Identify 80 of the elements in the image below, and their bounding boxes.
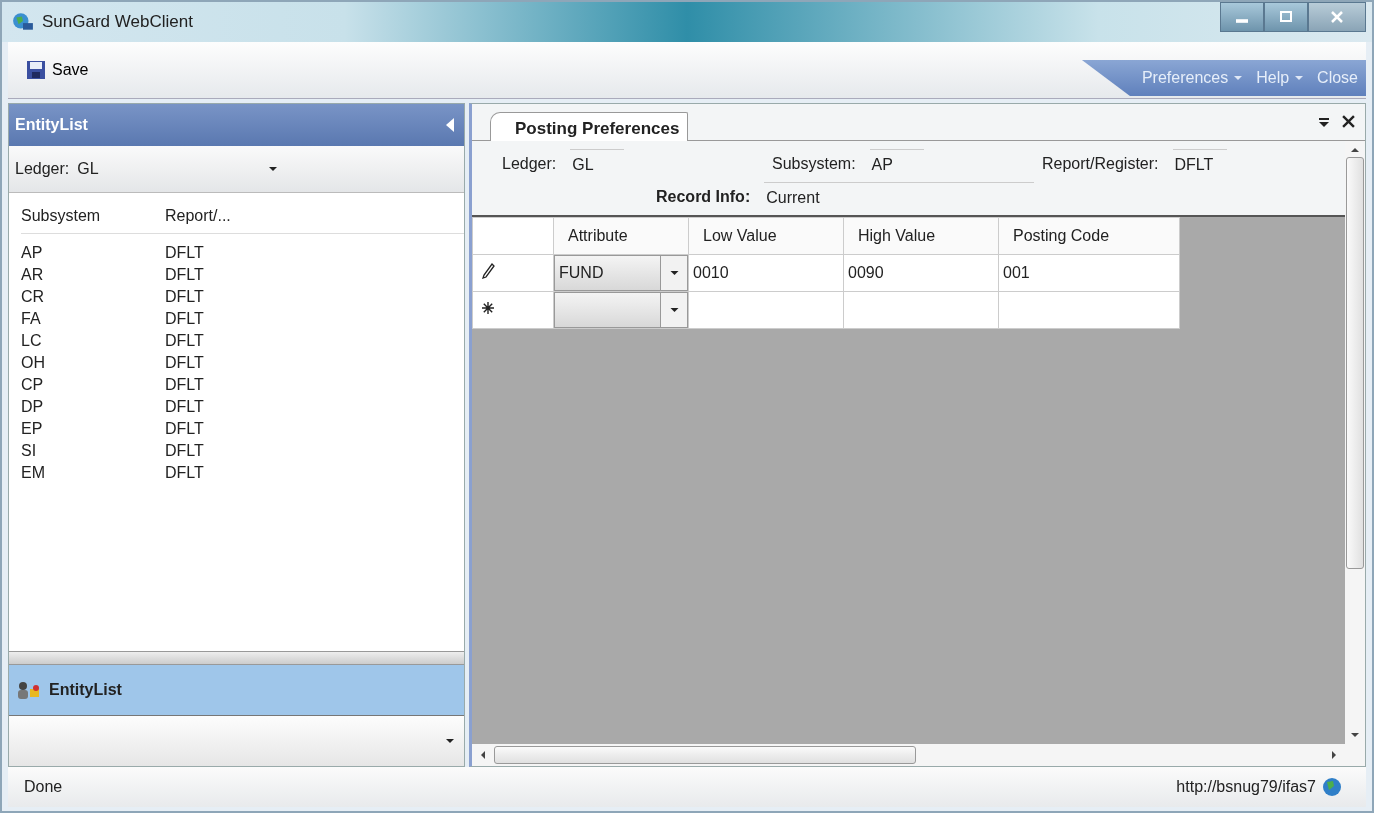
- pencil-icon: [481, 263, 495, 279]
- people-icon: [17, 680, 41, 700]
- attribute-dropdown[interactable]: FUND: [554, 255, 688, 291]
- field-value: Current: [764, 182, 1035, 207]
- ledger-dropdown[interactable]: GL: [77, 160, 282, 178]
- scroll-right-icon[interactable]: [1331, 751, 1337, 759]
- grid-cell[interactable]: [843, 291, 999, 329]
- field-label: Subsystem:: [772, 155, 856, 174]
- list-cell-text: DFLT: [165, 332, 205, 350]
- grid-cell[interactable]: [688, 291, 844, 329]
- panel-title[interactable]: EntityList: [49, 681, 122, 699]
- list-cell-text: LC: [21, 332, 43, 350]
- list-cell-text: AP: [21, 244, 44, 262]
- status-text: Done: [24, 778, 63, 796]
- list-cell-text: DFLT: [165, 310, 205, 328]
- scroll-thumb[interactable]: [1346, 157, 1364, 569]
- column-header[interactable]: Low Value: [688, 217, 844, 255]
- column-header[interactable]: Report/...: [165, 207, 309, 225]
- tab[interactable]: Posting Preferences: [490, 112, 689, 141]
- list-cell-text: EP: [21, 420, 44, 438]
- list-cell-text: DFLT: [165, 376, 205, 394]
- globe-icon: [1322, 777, 1342, 797]
- column-header[interactable]: Attribute: [553, 217, 689, 255]
- list-cell-text: AR: [21, 266, 45, 284]
- list-cell-text: DFLT: [165, 442, 205, 460]
- caret-icon: [669, 307, 679, 313]
- list-cell-text: CP: [21, 376, 45, 394]
- field-label: Report/Register:: [1042, 155, 1159, 174]
- dropdown-icon[interactable]: [1318, 116, 1330, 128]
- panel-title: EntityList: [15, 116, 88, 134]
- field-label: Record Info:: [656, 188, 751, 207]
- minimize-icon: [1236, 19, 1248, 23]
- maximize-icon: [1279, 10, 1293, 24]
- scroll-down-icon[interactable]: [1351, 732, 1359, 738]
- scroll-up-icon[interactable]: [1351, 147, 1359, 153]
- close-button[interactable]: [1308, 2, 1366, 32]
- list-cell-text: DP: [21, 398, 45, 416]
- list-cell-text: DFLT: [165, 420, 205, 438]
- list-cell-text: DFLT: [165, 288, 205, 306]
- splitter[interactable]: [9, 651, 464, 665]
- field-value: AP: [869, 149, 924, 174]
- caret-icon: [1234, 75, 1243, 81]
- window-title: SunGard WebClient: [42, 12, 193, 32]
- status-url: http://bsnug79/ifas7: [1176, 778, 1316, 796]
- collapse-icon[interactable]: [446, 118, 454, 132]
- minimize-button[interactable]: [1220, 2, 1264, 32]
- list-cell-text: DFLT: [165, 266, 205, 284]
- list-cell-text: DFLT: [165, 464, 205, 482]
- list-cell-text: CR: [21, 288, 46, 306]
- asterisk-icon: [481, 301, 495, 315]
- list-cell-text: DFLT: [165, 354, 205, 372]
- list-cell-text: OH: [21, 354, 46, 372]
- column-header[interactable]: Subsystem: [21, 207, 165, 225]
- save-button[interactable]: Save: [8, 56, 101, 84]
- caret-icon: [446, 738, 454, 744]
- list-cell-text: DFLT: [165, 398, 205, 416]
- caret-icon: [269, 166, 278, 172]
- list-cell-text: DFLT: [165, 244, 205, 262]
- caret-icon: [1295, 75, 1304, 81]
- caret-icon: [669, 270, 679, 276]
- list-cell-text: SI: [21, 442, 38, 460]
- maximize-button[interactable]: [1264, 2, 1308, 32]
- globe-app-icon: [12, 11, 34, 33]
- grid-cell[interactable]: 001: [998, 254, 1180, 292]
- scroll-left-icon[interactable]: [480, 751, 486, 759]
- column-header[interactable]: High Value: [843, 217, 999, 255]
- column-header[interactable]: Posting Code: [998, 217, 1180, 255]
- scroll-thumb[interactable]: [494, 746, 916, 764]
- grid-cell[interactable]: 0090: [843, 254, 999, 292]
- list-cell-text: EM: [21, 464, 46, 482]
- grid-cell[interactable]: 0010: [688, 254, 844, 292]
- attribute-dropdown[interactable]: [554, 292, 688, 328]
- field-value: GL: [570, 149, 625, 174]
- ledger-label: Ledger:: [15, 160, 70, 178]
- close-icon[interactable]: [1342, 115, 1355, 128]
- close-icon: [1330, 10, 1344, 24]
- field-label: Ledger:: [502, 155, 557, 174]
- list-cell-text: FA: [21, 310, 42, 328]
- field-value: DFLT: [1172, 149, 1227, 174]
- grid-cell[interactable]: [998, 291, 1180, 329]
